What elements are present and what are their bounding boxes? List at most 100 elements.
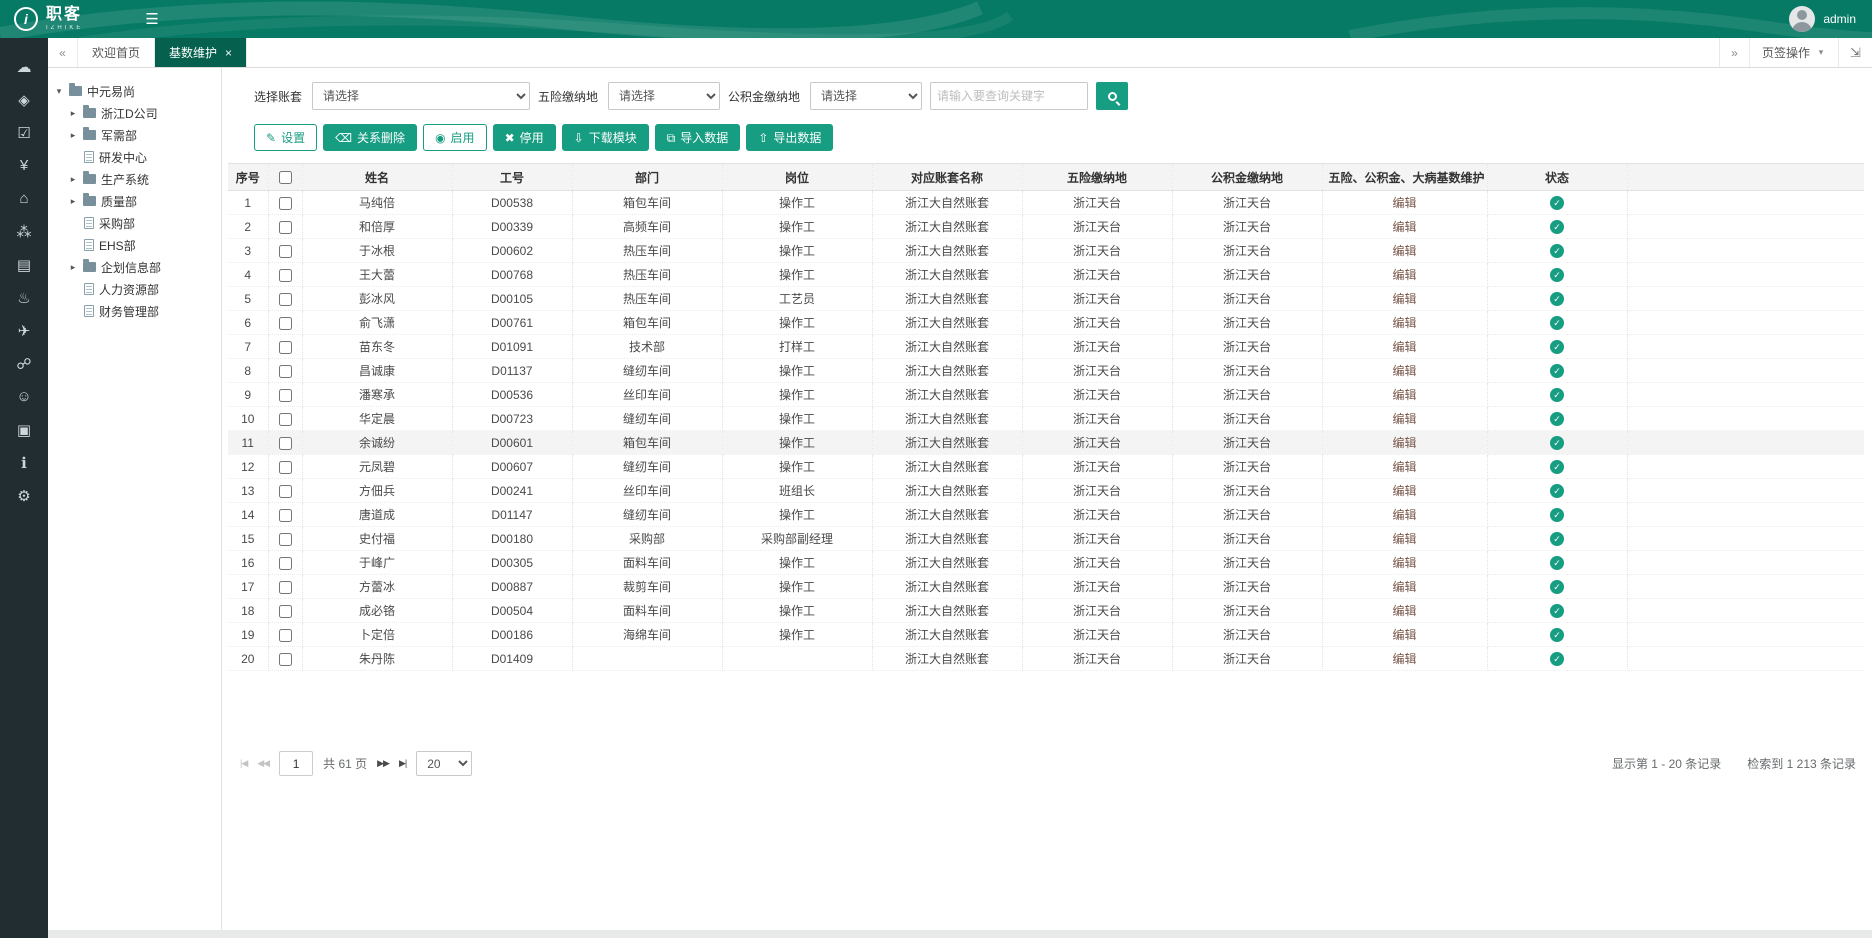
tree-item-6[interactable]: 采购部 bbox=[68, 212, 215, 234]
modules-icon[interactable]: ◈ bbox=[0, 83, 48, 116]
tree-caret-icon[interactable]: ▸ bbox=[68, 174, 78, 185]
edit-link[interactable]: 编辑 bbox=[1392, 196, 1416, 210]
tabs-scroll-left-icon[interactable]: « bbox=[48, 38, 78, 67]
tabs-scroll-right-icon[interactable]: » bbox=[1719, 38, 1749, 67]
row-checkbox[interactable] bbox=[279, 629, 292, 642]
row-checkbox[interactable] bbox=[279, 221, 292, 234]
team-icon[interactable]: ⁂ bbox=[0, 215, 48, 248]
salary-icon[interactable]: ¥ bbox=[0, 149, 48, 182]
tree-item-4[interactable]: ▸生产系统 bbox=[68, 168, 215, 190]
edit-link[interactable]: 编辑 bbox=[1392, 580, 1416, 594]
row-checkbox[interactable] bbox=[279, 317, 292, 330]
edit-link[interactable]: 编辑 bbox=[1392, 436, 1416, 450]
row-checkbox[interactable] bbox=[279, 557, 292, 570]
sidebar-toggle-icon[interactable]: ☰ bbox=[145, 10, 158, 28]
edit-link[interactable]: 编辑 bbox=[1392, 220, 1416, 234]
next-page-button[interactable]: ▶▶ bbox=[377, 758, 389, 769]
settings-button[interactable]: ✎设置 bbox=[254, 124, 317, 151]
prev-page-button[interactable]: ◀◀ bbox=[257, 758, 269, 769]
username[interactable]: admin bbox=[1823, 12, 1856, 26]
account-set-select[interactable]: 请选择 bbox=[312, 82, 530, 110]
tree-item-1[interactable]: ▸浙江D公司 bbox=[68, 102, 215, 124]
export-data-button[interactable]: ⇧导出数据 bbox=[746, 124, 833, 151]
tree-root[interactable]: ▾ 中元易尚 bbox=[54, 80, 215, 102]
edit-link[interactable]: 编辑 bbox=[1392, 268, 1416, 282]
edit-link[interactable]: 编辑 bbox=[1392, 316, 1416, 330]
row-checkbox[interactable] bbox=[279, 245, 292, 258]
select-all-checkbox[interactable] bbox=[279, 171, 292, 184]
user-icon[interactable]: ☺ bbox=[0, 380, 48, 413]
edit-link[interactable]: 编辑 bbox=[1392, 484, 1416, 498]
edit-link[interactable]: 编辑 bbox=[1392, 340, 1416, 354]
row-checkbox[interactable] bbox=[279, 461, 292, 474]
edit-link[interactable]: 编辑 bbox=[1392, 604, 1416, 618]
monitor-icon[interactable]: ▣ bbox=[0, 413, 48, 446]
tree-caret-icon[interactable]: ▸ bbox=[68, 196, 78, 207]
tree-root-caret-icon[interactable]: ▾ bbox=[54, 86, 64, 97]
tasks-icon[interactable]: ☑ bbox=[0, 116, 48, 149]
tree-item-3[interactable]: 研发中心 bbox=[68, 146, 215, 168]
disable-button[interactable]: ✖停用 bbox=[493, 124, 556, 151]
fullscreen-icon[interactable]: ⇲ bbox=[1838, 38, 1872, 67]
user-avatar[interactable] bbox=[1789, 6, 1815, 32]
fund-place-select[interactable]: 请选择 bbox=[810, 82, 922, 110]
edit-link[interactable]: 编辑 bbox=[1392, 508, 1416, 522]
row-checkbox[interactable] bbox=[279, 365, 292, 378]
tree-item-2[interactable]: ▸军需部 bbox=[68, 124, 215, 146]
row-checkbox[interactable] bbox=[279, 605, 292, 618]
tab-close-icon[interactable]: × bbox=[225, 46, 232, 60]
tree-caret-icon[interactable]: ▸ bbox=[68, 108, 78, 119]
tree-item-5[interactable]: ▸质量部 bbox=[68, 190, 215, 212]
row-checkbox[interactable] bbox=[279, 509, 292, 522]
row-checkbox[interactable] bbox=[279, 653, 292, 666]
settings-icon[interactable]: ⚙ bbox=[0, 479, 48, 512]
tree-caret-icon[interactable]: ▸ bbox=[68, 262, 78, 273]
edit-link[interactable]: 编辑 bbox=[1392, 292, 1416, 306]
bank-icon[interactable]: ⌂ bbox=[0, 182, 48, 215]
tab-operations-menu[interactable]: 页签操作 ▾ bbox=[1749, 38, 1838, 67]
first-page-button[interactable]: |◀ bbox=[240, 758, 247, 769]
tree-item-10[interactable]: 财务管理部 bbox=[68, 300, 215, 322]
search-input[interactable] bbox=[930, 82, 1088, 110]
row-checkbox[interactable] bbox=[279, 413, 292, 426]
row-checkbox[interactable] bbox=[279, 389, 292, 402]
row-checkbox[interactable] bbox=[279, 197, 292, 210]
edit-link[interactable]: 编辑 bbox=[1392, 556, 1416, 570]
delete-relation-button[interactable]: ⌫关系删除 bbox=[323, 124, 417, 151]
tab-2[interactable]: 基数维护× bbox=[155, 38, 247, 67]
tree-item-7[interactable]: EHS部 bbox=[68, 234, 215, 256]
lab-icon[interactable]: ♨ bbox=[0, 281, 48, 314]
search-button[interactable] bbox=[1096, 82, 1128, 110]
row-checkbox[interactable] bbox=[279, 533, 292, 546]
edit-link[interactable]: 编辑 bbox=[1392, 412, 1416, 426]
row-checkbox[interactable] bbox=[279, 269, 292, 282]
edit-link[interactable]: 编辑 bbox=[1392, 388, 1416, 402]
edit-link[interactable]: 编辑 bbox=[1392, 364, 1416, 378]
row-checkbox[interactable] bbox=[279, 485, 292, 498]
edit-link[interactable]: 编辑 bbox=[1392, 532, 1416, 546]
tree-item-8[interactable]: ▸企划信息部 bbox=[68, 256, 215, 278]
send-icon[interactable]: ✈ bbox=[0, 314, 48, 347]
tree-caret-icon[interactable]: ▸ bbox=[68, 130, 78, 141]
enable-button[interactable]: ◉启用 bbox=[423, 124, 487, 151]
row-checkbox[interactable] bbox=[279, 581, 292, 594]
tree-item-9[interactable]: 人力资源部 bbox=[68, 278, 215, 300]
edit-link[interactable]: 编辑 bbox=[1392, 244, 1416, 258]
edit-link[interactable]: 编辑 bbox=[1392, 652, 1416, 666]
info-icon[interactable]: ℹ bbox=[0, 446, 48, 479]
tab-1[interactable]: 欢迎首页 bbox=[78, 38, 155, 67]
row-checkbox[interactable] bbox=[279, 437, 292, 450]
relation-icon[interactable]: ☍ bbox=[0, 347, 48, 380]
last-page-button[interactable]: ▶| bbox=[399, 758, 406, 769]
edit-link[interactable]: 编辑 bbox=[1392, 628, 1416, 642]
row-checkbox[interactable] bbox=[279, 293, 292, 306]
download-template-button[interactable]: ⇩下载模块 bbox=[562, 124, 649, 151]
insurance-place-select[interactable]: 请选择 bbox=[608, 82, 720, 110]
edit-link[interactable]: 编辑 bbox=[1392, 460, 1416, 474]
archive-icon[interactable]: ▤ bbox=[0, 248, 48, 281]
page-size-select[interactable]: 20 bbox=[416, 751, 472, 776]
current-page[interactable]: 1 bbox=[279, 751, 313, 776]
cloud-icon[interactable]: ☁ bbox=[0, 50, 48, 83]
row-checkbox[interactable] bbox=[279, 341, 292, 354]
import-data-button[interactable]: ⧉导入数据 bbox=[655, 124, 741, 151]
